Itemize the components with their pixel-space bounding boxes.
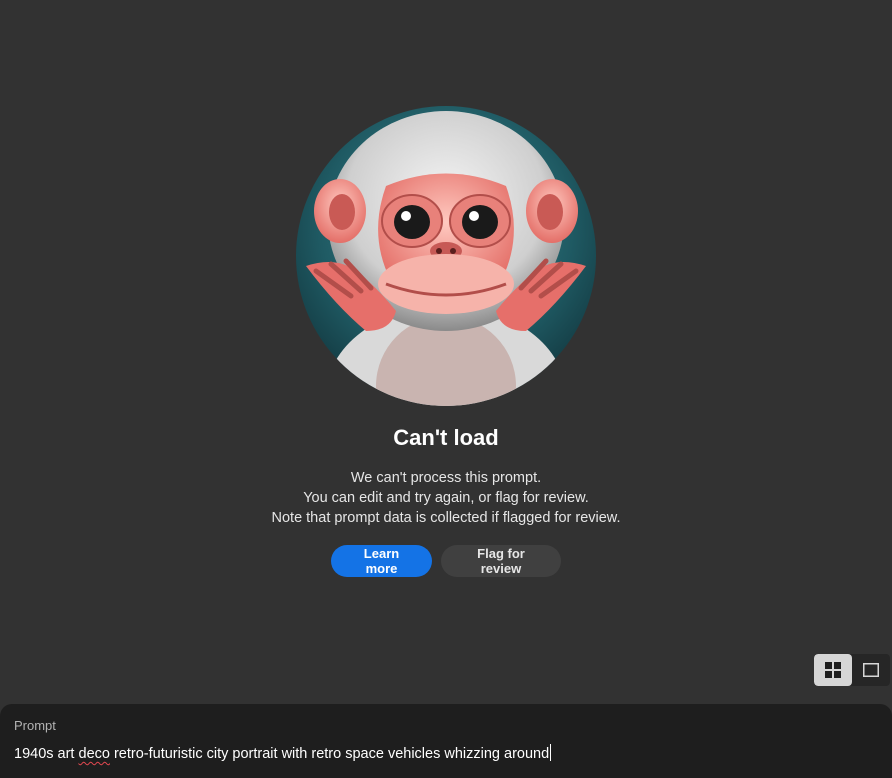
flag-for-review-button[interactable]: Flag for review [441,545,561,577]
error-message-line: Note that prompt data is collected if fl… [271,510,621,526]
view-toggle [814,654,890,686]
prompt-panel: Prompt 1940s art deco retro-futuristic c… [0,704,892,778]
grid-view-button[interactable] [814,654,852,686]
prompt-input[interactable]: 1940s art deco retro-futuristic city por… [14,744,552,762]
text-caret [550,744,552,761]
grid-view-icon [825,662,841,678]
learn-more-button[interactable]: Learn more [331,545,432,577]
error-message: We can't process this prompt. You can ed… [0,468,892,528]
generation-page: Can't load We can't process this prompt.… [0,0,892,778]
prompt-text: retro-futuristic city portrait with retr… [109,746,550,762]
error-actions: Learn more Flag for review [0,545,892,577]
prompt-text: 1940s art [14,746,79,762]
prompt-label: Prompt [14,718,56,733]
single-view-icon [863,663,879,677]
monkey-illustration-icon [296,106,596,406]
error-title: Can't load [393,425,499,450]
error-message-line: We can't process this prompt. [350,470,542,486]
single-view-button[interactable] [852,654,890,686]
misspelled-word: deco [78,746,110,762]
error-message-line: You can edit and try again, or flag for … [303,490,589,506]
